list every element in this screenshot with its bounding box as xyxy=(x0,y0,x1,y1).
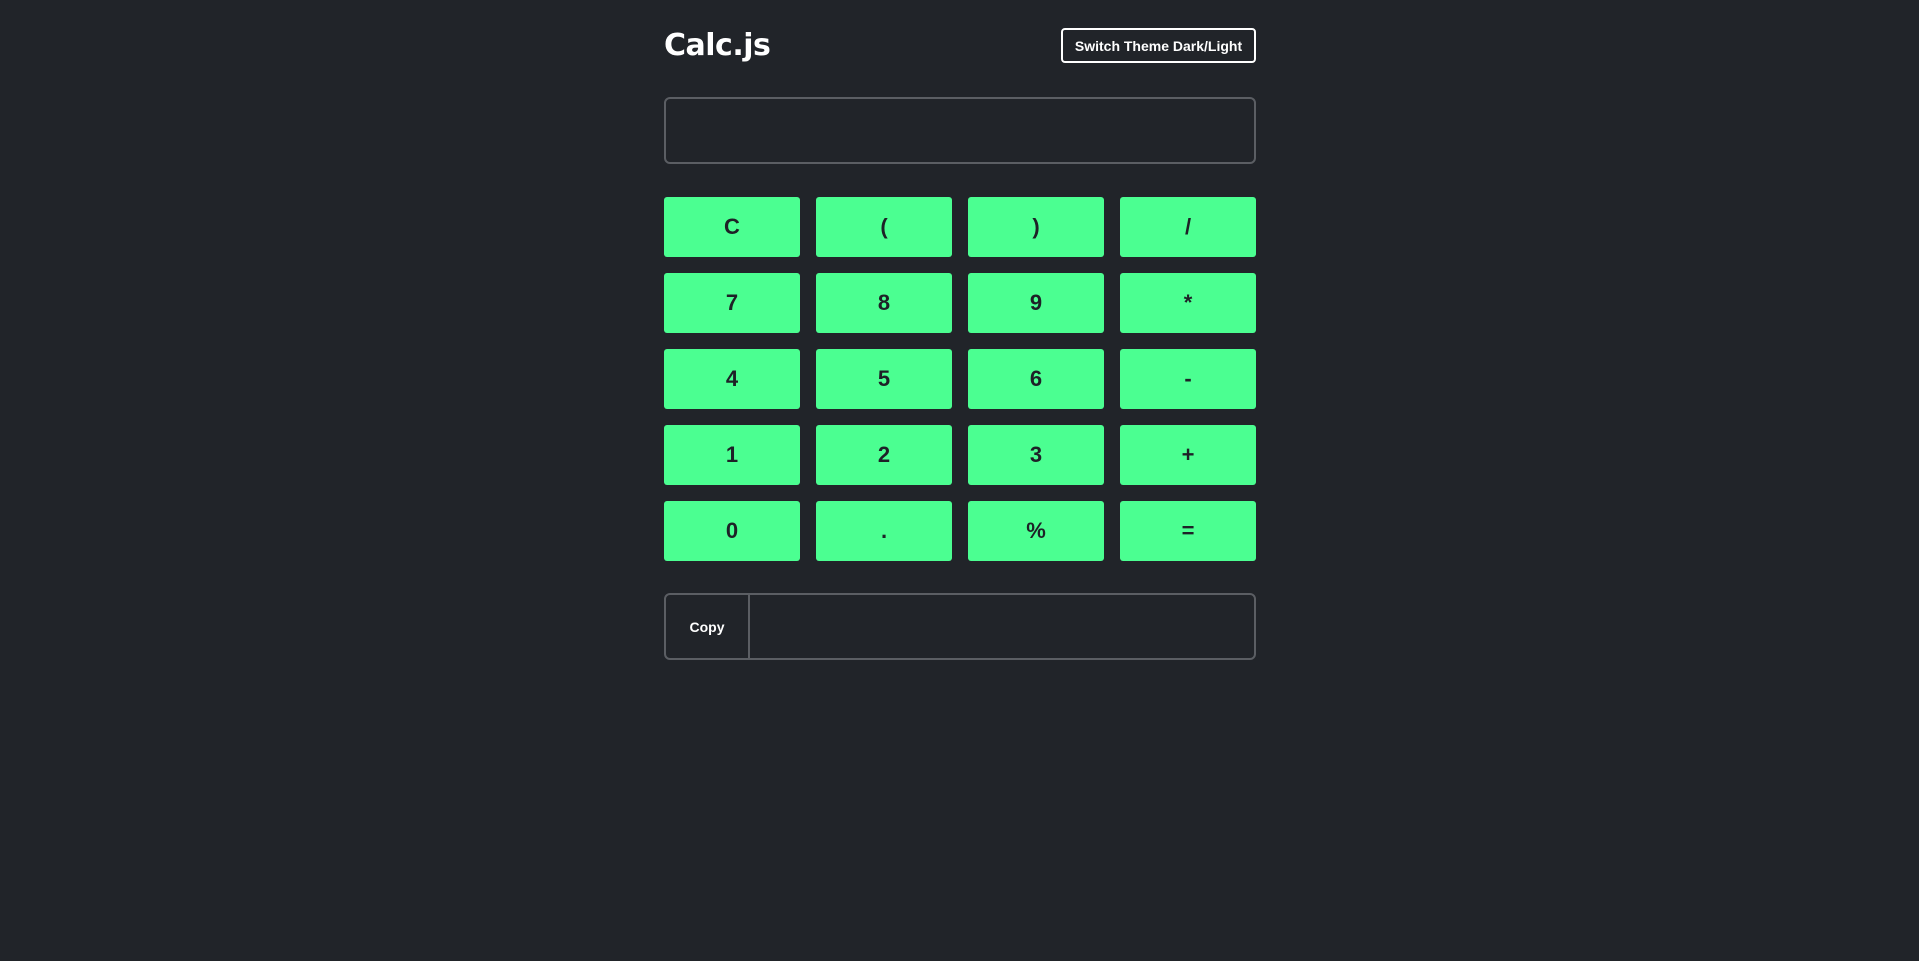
decimal-button[interactable]: . xyxy=(816,501,952,561)
expression-display[interactable] xyxy=(664,97,1256,164)
subtract-button[interactable]: - xyxy=(1120,349,1256,409)
digit-1-button[interactable]: 1 xyxy=(664,425,800,485)
switch-theme-button[interactable]: Switch Theme Dark/Light xyxy=(1061,28,1256,63)
divide-button[interactable]: / xyxy=(1120,197,1256,257)
percent-button[interactable]: % xyxy=(968,501,1104,561)
open-paren-button[interactable]: ( xyxy=(816,197,952,257)
digit-6-button[interactable]: 6 xyxy=(968,349,1104,409)
copy-button[interactable]: Copy xyxy=(666,595,750,658)
digit-8-button[interactable]: 8 xyxy=(816,273,952,333)
digit-5-button[interactable]: 5 xyxy=(816,349,952,409)
digit-9-button[interactable]: 9 xyxy=(968,273,1104,333)
digit-2-button[interactable]: 2 xyxy=(816,425,952,485)
add-button[interactable]: + xyxy=(1120,425,1256,485)
clear-button[interactable]: C xyxy=(664,197,800,257)
digit-0-button[interactable]: 0 xyxy=(664,501,800,561)
digit-4-button[interactable]: 4 xyxy=(664,349,800,409)
app-title: Calc.js xyxy=(664,28,771,63)
copy-result-row: Copy xyxy=(664,593,1256,660)
digit-7-button[interactable]: 7 xyxy=(664,273,800,333)
multiply-button[interactable]: * xyxy=(1120,273,1256,333)
close-paren-button[interactable]: ) xyxy=(968,197,1104,257)
header: Calc.js Switch Theme Dark/Light xyxy=(664,28,1256,64)
digit-3-button[interactable]: 3 xyxy=(968,425,1104,485)
keypad: C ( ) / 7 8 9 * 4 5 6 - 1 2 3 + 0 . % = xyxy=(664,197,1256,561)
equals-button[interactable]: = xyxy=(1120,501,1256,561)
result-field[interactable] xyxy=(750,595,1254,658)
